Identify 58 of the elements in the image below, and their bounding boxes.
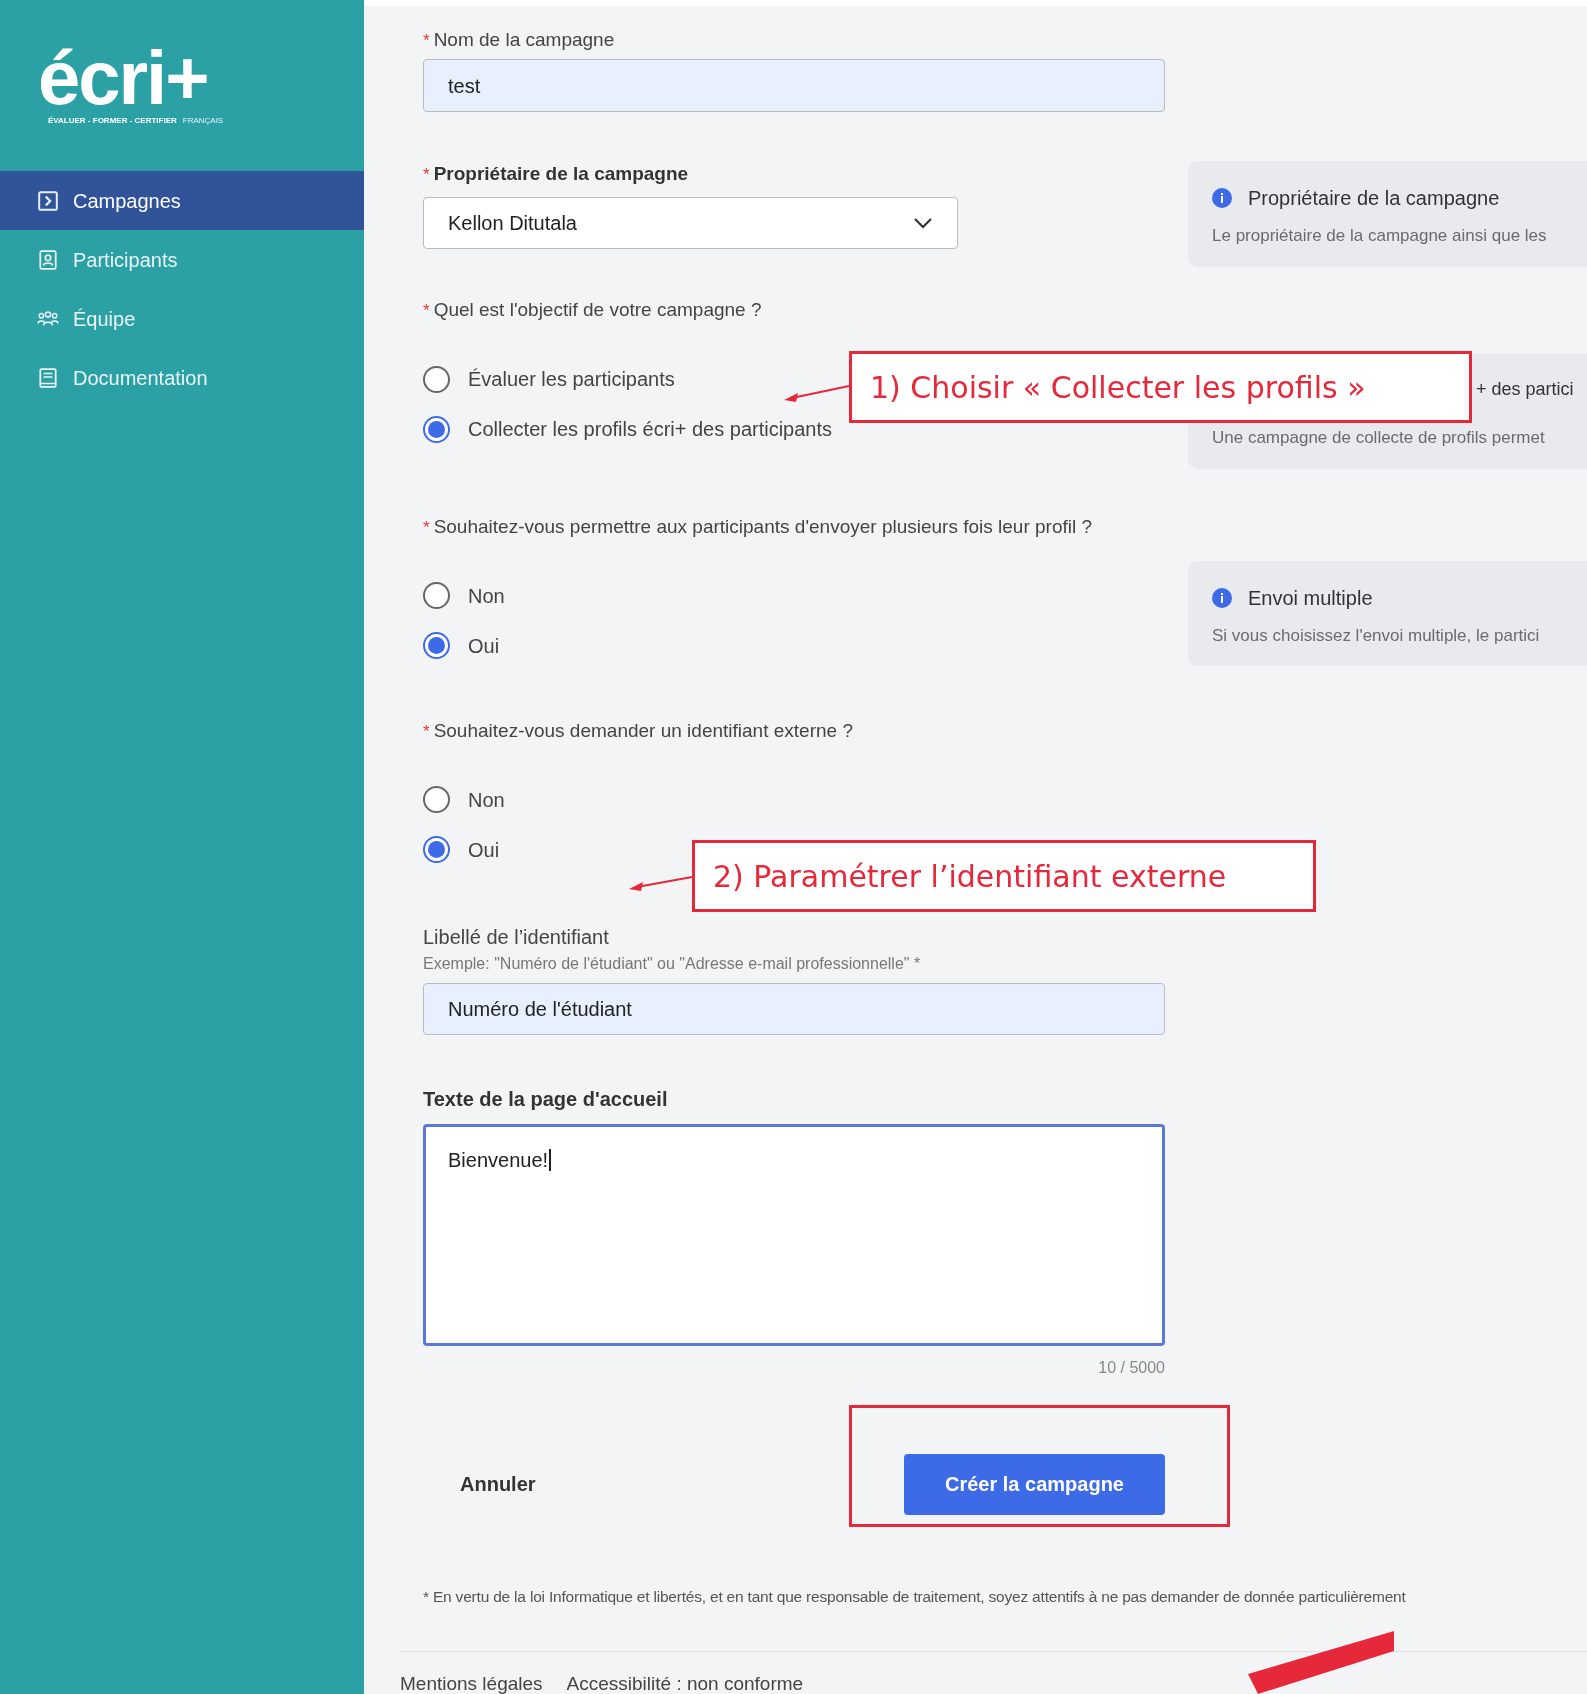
radio-label: Non [468, 583, 505, 609]
logo-language: FRANÇAIS [182, 116, 224, 126]
text-field[interactable]: test [423, 59, 1165, 112]
field-label: Propriétaire de la campagne [433, 162, 689, 186]
info-card-title: Envoi multiple [1248, 585, 1373, 611]
annotation-callout: 2) Paramétrer l’identifiant externe [692, 840, 1316, 912]
required-mark: * [423, 30, 430, 52]
person-card-icon [37, 248, 59, 271]
logo-tagline: ÉVALUER - FORMER - CERTIFIER [48, 116, 177, 126]
select-value: Kellon Ditutala [448, 211, 577, 236]
radio-button[interactable] [423, 786, 450, 813]
info-card-title: Propriétaire de la campagne [1248, 186, 1500, 211]
radio-label: Oui [468, 837, 500, 863]
sidebar-item[interactable]: Campagnes [0, 171, 364, 230]
field-label: Souhaitez-vous demander un identifiant externe ? [433, 718, 853, 743]
field-label: Texte de la page d'accueil [423, 1086, 669, 1112]
footnote: * En vertu de la loi Informatique et libertés, et en tant que responsable de traitement, soyez attentifs à ne pas demander de donnée particulièrement [423, 1586, 1407, 1607]
required-mark: * [423, 516, 430, 539]
radio-label: Non [468, 787, 505, 813]
book-icon [37, 366, 59, 389]
sidebar-label: Documentation [73, 365, 208, 391]
radio-button[interactable] [423, 632, 450, 659]
owner-select[interactable]: Kellon Ditutala [423, 197, 958, 249]
radio-button[interactable] [423, 415, 450, 443]
required-mark: * [423, 300, 430, 322]
create-campaign-button[interactable]: Créer la campagne [904, 1453, 1165, 1515]
sidebar-label: Campagnes [73, 188, 181, 214]
text-field[interactable]: Numéro de l'étudiant [423, 982, 1165, 1035]
info-icon [1212, 587, 1232, 608]
info-card-text: Une campagne de collecte de profils permet [1212, 427, 1546, 449]
radio-button[interactable] [423, 836, 450, 863]
field-label: Quel est l'objectif de votre campagne ? [433, 298, 762, 322]
info-card-title: + des partici [1476, 378, 1574, 401]
radio-label: Oui [468, 633, 500, 659]
info-card-text: Si vous choisissez l'envoi multiple, le partici [1212, 624, 1541, 647]
radio-label: Collecter les profils écri+ des participants [468, 417, 833, 442]
textarea-field[interactable]: Bienvenue! [423, 1123, 1165, 1346]
chevron-down-icon [913, 217, 933, 229]
field-label: Nom de la campagne [433, 28, 615, 52]
logo-wordmark: écri+ [38, 40, 208, 116]
field-hint: Exemple: "Numéro de l'étudiant" ou "Adresse e-mail professionnelle" * [423, 953, 922, 974]
character-counter: 10 / 5000 [1098, 1357, 1165, 1378]
sidebar-label: Équipe [73, 306, 136, 332]
required-mark: * [423, 164, 430, 186]
field-label: Souhaitez-vous permettre aux participants d'envoyer plusieurs fois leur profil ? [433, 514, 1093, 539]
required-mark: * [423, 720, 430, 743]
info-icon [1212, 188, 1232, 208]
sidebar-label: Participants [73, 247, 178, 273]
radio-label: Évaluer les participants [468, 367, 675, 392]
footer-link[interactable]: Mentions légales [400, 1669, 543, 1694]
annotation-callout: 1) Choisir « Collecter les profils » [849, 351, 1472, 423]
chevron-square-icon [37, 189, 59, 212]
field-label: Libellé de l’identifiant [423, 924, 610, 950]
radio-button[interactable] [423, 582, 450, 609]
radio-button[interactable] [423, 365, 450, 393]
footer-link[interactable]: Accessibilité : non conforme [566, 1669, 804, 1694]
info-card-text: Le propriétaire de la campagne ainsi que les [1212, 225, 1548, 247]
cancel-button[interactable]: Annuler [450, 1459, 546, 1509]
